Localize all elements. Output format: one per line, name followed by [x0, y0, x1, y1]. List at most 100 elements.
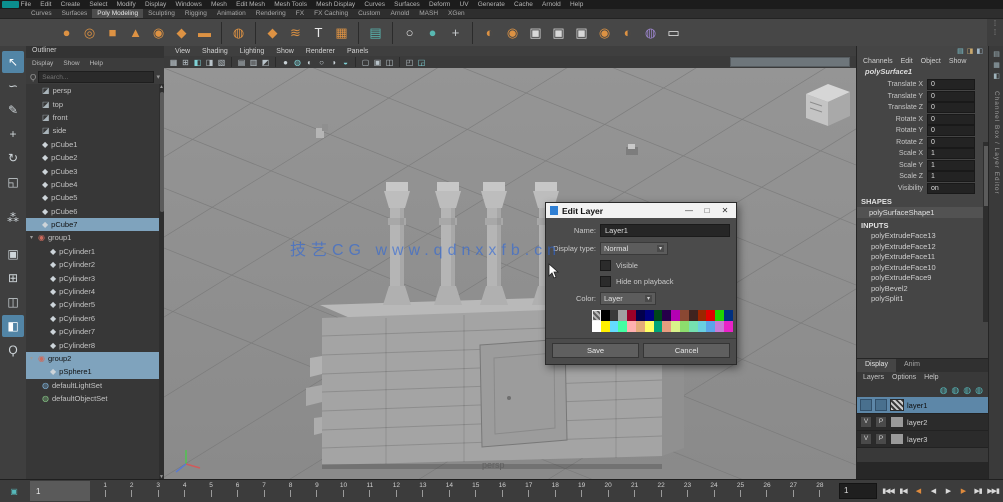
viewport-toolbar-icon[interactable]: ▤ — [236, 57, 247, 67]
scrollbar-thumb[interactable] — [160, 92, 164, 212]
outliner-item[interactable]: ◆ pCube2 — [26, 151, 159, 164]
outliner-item[interactable]: ◆ pCube1 — [26, 138, 159, 151]
outliner-item[interactable]: ◍ defaultLightSet — [26, 379, 159, 392]
channel-value-field[interactable]: 0 — [927, 114, 975, 125]
shelf-tab[interactable]: Custom — [353, 9, 385, 18]
viewport-toolbar-icon[interactable] — [275, 57, 276, 67]
playback-button[interactable]: ◀ — [911, 483, 925, 499]
shelf-icon[interactable]: ▣ — [525, 22, 546, 43]
layer-visible-toggle[interactable]: V — [860, 416, 872, 428]
playback-button[interactable]: ▶ — [956, 483, 970, 499]
color-swatch[interactable] — [724, 321, 733, 332]
shelf-icon[interactable]: ◉ — [502, 22, 523, 43]
shelf-tab[interactable]: Surfaces — [57, 9, 93, 18]
outliner-item[interactable]: ◪ side — [26, 124, 159, 137]
viewport-toolbar-icon[interactable]: ◨ — [204, 57, 215, 67]
color-swatch[interactable] — [610, 310, 619, 321]
input-node-item[interactable]: polyExtrudeFace12 — [857, 242, 989, 253]
toolbox-tool-icon[interactable] — [2, 231, 24, 241]
new-layer-button-icon[interactable]: ◍ — [951, 385, 959, 396]
toolbox-tool-icon[interactable]: ↻ — [2, 147, 24, 169]
color-swatch[interactable] — [645, 321, 654, 332]
color-swatch[interactable] — [592, 321, 601, 332]
viewport-toolbar-icon[interactable]: ◫ — [384, 57, 395, 67]
expand-arrow-icon[interactable]: ▾ — [28, 234, 35, 241]
channel-value-field[interactable]: 0 — [927, 79, 975, 90]
shelf-icon[interactable] — [392, 22, 393, 44]
viewport-canvas[interactable]: persp — [164, 68, 856, 480]
current-frame-block[interactable]: 1 — [30, 481, 90, 501]
outliner-item[interactable]: ◆ pCube5 — [26, 191, 159, 204]
layer-editor-menu-item[interactable]: Options — [892, 374, 916, 381]
close-button[interactable]: ✕ — [718, 206, 732, 215]
menu-item[interactable]: Curves — [360, 1, 390, 8]
channel-value-field[interactable]: 0 — [927, 137, 975, 148]
shelf-icon[interactable]: ◐ — [479, 22, 500, 43]
layer-visible-toggle[interactable]: V — [860, 433, 872, 445]
viewport-toolbar-icon[interactable]: ▧ — [216, 57, 227, 67]
shelf-tab[interactable]: FX — [291, 9, 309, 18]
outliner-menu-item[interactable]: Show — [63, 60, 79, 67]
menu-item[interactable]: Windows — [171, 1, 207, 8]
shape-name[interactable]: polySurfaceShape1 — [857, 207, 989, 218]
color-swatch[interactable] — [689, 321, 698, 332]
color-swatch[interactable] — [715, 310, 724, 321]
viewport-toolbar-icon[interactable] — [355, 57, 356, 67]
outliner-item[interactable]: ◆ pCylinder4 — [26, 285, 159, 298]
shelf-icon[interactable]: ○ — [399, 22, 420, 43]
layer-color-swatch[interactable] — [890, 416, 904, 428]
viewport-menu-item[interactable]: Renderer — [301, 48, 340, 55]
maximize-button[interactable]: □ — [700, 206, 714, 215]
viewport-toolbar-icon[interactable]: ▥ — [248, 57, 259, 67]
current-frame-field[interactable]: 1 — [839, 483, 877, 499]
viewport-toolbar-icon[interactable]: ▣ — [372, 57, 383, 67]
menu-item[interactable]: Mesh — [206, 1, 231, 8]
color-swatch[interactable] — [610, 321, 619, 332]
menu-item[interactable]: Edit — [36, 1, 56, 8]
color-swatch[interactable] — [654, 321, 663, 332]
channel-value-field[interactable]: 0 — [927, 125, 975, 136]
layer-editor-menu-item[interactable]: Help — [924, 374, 938, 381]
shelf-icon[interactable]: ◆ — [262, 22, 283, 43]
timeline-ticks[interactable]: 1234567891011121314151617181920212223242… — [92, 480, 833, 502]
color-swatch[interactable] — [592, 310, 601, 321]
menu-item[interactable]: Surfaces — [390, 1, 425, 8]
outliner-item[interactable]: ◆ pCylinder5 — [26, 298, 159, 311]
shelf-icon[interactable] — [255, 22, 256, 44]
toolbox-tool-icon[interactable]: ✎ — [2, 99, 24, 121]
color-swatch[interactable] — [645, 310, 654, 321]
viewport-toolbar-icon[interactable]: ◲ — [416, 57, 427, 67]
shelf-icon[interactable]: ◍ — [228, 22, 249, 43]
shelf-icon[interactable]: ◆ — [171, 22, 192, 43]
layer-row[interactable]: V P layer3 — [857, 431, 989, 448]
channel-value-field[interactable]: 1 — [927, 160, 975, 171]
toolbox-tool-icon[interactable]: ∽ — [2, 75, 24, 97]
color-swatch[interactable] — [601, 310, 610, 321]
scrollbar-thumb[interactable] — [984, 146, 988, 206]
color-swatch[interactable] — [662, 321, 671, 332]
color-swatch[interactable] — [706, 310, 715, 321]
outliner-item[interactable]: ▾ ◉ group2 — [26, 352, 159, 365]
shelf-icon[interactable]: T — [308, 22, 329, 43]
viewport-menu-item[interactable]: Lighting — [235, 48, 270, 55]
outliner-item[interactable]: ◆ pCylinder3 — [26, 271, 159, 284]
viewport-toolbar-icon[interactable] — [399, 57, 400, 67]
toolbox-tool-icon[interactable]: Ϙ — [2, 339, 24, 361]
color-swatch[interactable] — [601, 321, 610, 332]
channel-value-field[interactable]: on — [927, 183, 975, 194]
toolbox-tool-icon[interactable]: ▣ — [2, 243, 24, 265]
shelf-icon[interactable]: ◍ — [640, 22, 661, 43]
channel-box-object-name[interactable]: polySurface1 — [857, 67, 989, 79]
channel-value-field[interactable]: 1 — [927, 148, 975, 159]
outliner-item[interactable]: ◆ pCube4 — [26, 178, 159, 191]
menu-item[interactable]: Create — [56, 1, 85, 8]
outliner-item[interactable]: ◍ defaultObjectSet — [26, 392, 159, 405]
shelf-overflow-menu[interactable]: ⁞ ⁞ — [987, 18, 1003, 47]
channel-value-field[interactable]: 0 — [927, 102, 975, 113]
shelf-icon[interactable]: ▭ — [663, 22, 684, 43]
menu-item[interactable]: Help — [565, 1, 588, 8]
menu-item[interactable]: Mesh Tools — [270, 1, 312, 8]
viewport-toolbar-icon[interactable]: ▢ — [360, 57, 371, 67]
viewport-toolbar-icon[interactable]: ◰ — [404, 57, 415, 67]
save-button[interactable]: Save — [552, 343, 639, 358]
